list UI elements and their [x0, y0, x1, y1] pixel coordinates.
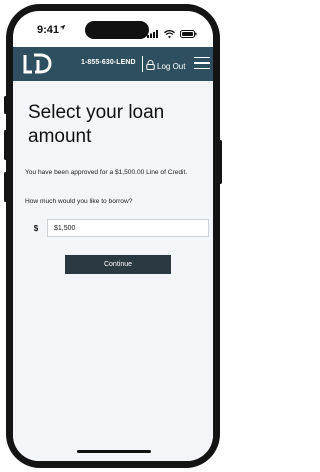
location-arrow-icon — [59, 23, 66, 33]
battery-icon — [180, 25, 197, 43]
loan-amount-input[interactable] — [47, 219, 209, 237]
app-header: 1-855-630-LEND Log Out — [13, 47, 213, 81]
logout-label: Log Out — [157, 61, 186, 71]
cellular-signal-icon — [147, 25, 159, 43]
amount-input-group: $ — [25, 217, 212, 239]
dynamic-island — [85, 21, 149, 39]
header-divider — [142, 56, 143, 72]
side-button-power — [219, 140, 222, 184]
side-button-volume-down — [4, 172, 7, 202]
main-content: Select your loan amount You have been ap… — [13, 81, 213, 461]
currency-symbol: $ — [33, 223, 39, 233]
phone-screen: 9:41 1-855-630-LEND Log Out Select your … — [13, 11, 213, 461]
home-indicator — [77, 450, 151, 453]
borrow-question: How much would you like to borrow? — [25, 198, 133, 205]
side-button-action — [4, 96, 7, 114]
continue-button[interactable]: Continue — [65, 255, 171, 274]
lock-icon — [146, 57, 155, 75]
status-time: 9:41 — [37, 24, 60, 36]
side-button-volume-up — [4, 130, 7, 160]
approval-message: You have been approved for a $1,500.00 L… — [25, 169, 188, 176]
lendly-logo[interactable] — [23, 53, 53, 75]
wifi-icon — [164, 25, 175, 43]
logout-button[interactable]: Log Out — [146, 57, 185, 75]
status-icons — [147, 25, 197, 43]
hamburger-menu-icon[interactable] — [194, 57, 210, 71]
page-title: Select your loan amount — [28, 102, 165, 147]
status-bar: 9:41 — [13, 11, 213, 47]
header-phone-link[interactable]: 1-855-630-LEND — [81, 59, 136, 66]
